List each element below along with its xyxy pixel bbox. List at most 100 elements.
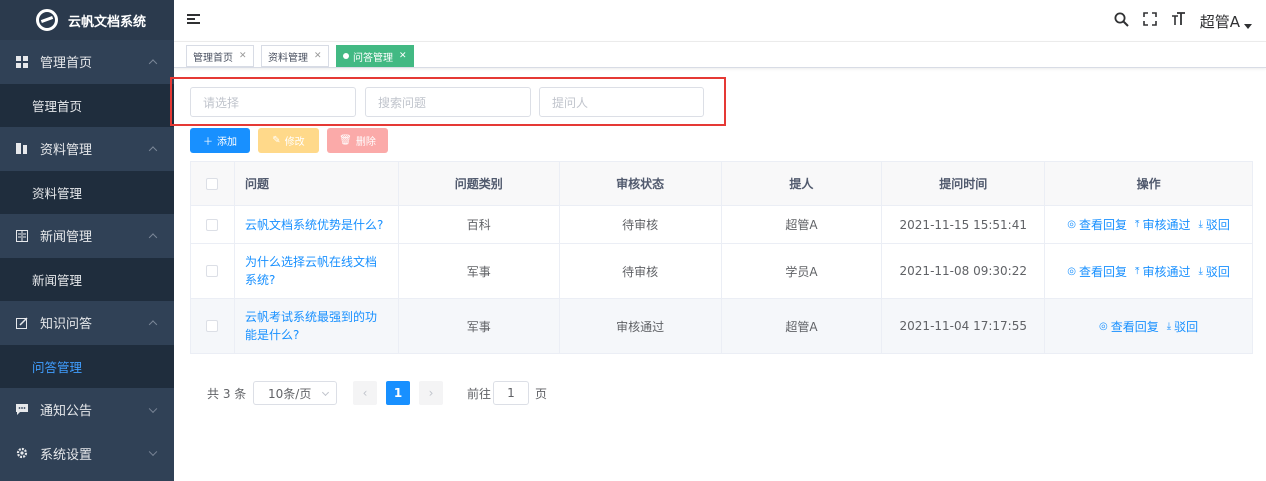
tag-qa-management[interactable]: 问答管理 ✕ <box>336 45 414 67</box>
time-cell: 2021-11-15 15:51:41 <box>882 206 1046 244</box>
menu-materials[interactable]: 资料管理 <box>0 127 174 171</box>
close-icon[interactable]: ✕ <box>239 51 247 61</box>
news-icon <box>16 229 28 242</box>
menu-settings[interactable]: 系统设置 <box>0 432 174 476</box>
question-link[interactable]: 为什么选择云帆在线文档系统? <box>245 253 388 289</box>
view-reply-button[interactable]: ◎ 查看回复 <box>1099 318 1159 335</box>
sidebar-item-news[interactable]: 新闻管理 <box>0 257 174 301</box>
asker-cell: 学员A <box>721 244 883 299</box>
chevron-down-icon <box>321 388 330 397</box>
header-status: 审核状态 <box>559 162 722 206</box>
status-cell: 待审核 <box>559 206 722 244</box>
close-icon[interactable]: ✕ <box>314 51 322 61</box>
table-row: 为什么选择云帆在线文档系统? 军事 待审核 学员A 2021-11-08 09:… <box>191 244 1253 299</box>
sidebar-item-qa-management[interactable]: 问答管理 <box>0 344 174 388</box>
select-all-checkbox[interactable] <box>206 177 219 190</box>
reject-button[interactable]: ⤓ 驳回 <box>1198 263 1229 280</box>
download-icon: ⤓ <box>1198 219 1203 230</box>
question-link[interactable]: 云帆考试系统最强到的功能是什么? <box>245 308 388 344</box>
status-cell: 审核通过 <box>559 299 722 354</box>
header-category: 问题类别 <box>398 162 560 206</box>
eye-icon: ◎ <box>1098 320 1108 332</box>
pencil-icon: ✎ <box>272 135 281 146</box>
chevron-up-icon <box>148 233 158 242</box>
page-size-select[interactable]: 10条/页 <box>253 381 337 405</box>
app-root: 云帆文档系统 管理首页 管理首页 资料管理 资料管理 新闻管理 新闻管理 知识问… <box>0 0 1266 481</box>
add-button[interactable]: ＋ 添加 <box>190 128 250 153</box>
delete-button[interactable]: 🗑 删除 <box>327 128 388 153</box>
actions-cell: ◎ 查看回复 ⤒ 审核通过 ⤓ 驳回 <box>1045 206 1253 244</box>
reject-button[interactable]: ⤓ 驳回 <box>1167 318 1198 335</box>
tag-label: 问答管理 <box>353 52 393 64</box>
category-cell: 军事 <box>398 299 560 354</box>
logo-icon <box>36 9 58 31</box>
sidebar-item-materials[interactable]: 资料管理 <box>0 170 174 214</box>
goto-label: 前往 <box>467 386 492 401</box>
header-actions: 操作 <box>1045 162 1253 206</box>
chevron-down-icon <box>148 447 158 457</box>
top-header: 超管A <box>174 0 1266 42</box>
next-page-button[interactable]: › <box>419 381 443 405</box>
menu-news[interactable]: 新闻管理 <box>0 214 174 258</box>
category-select[interactable]: 请选择 <box>190 87 356 117</box>
sidebar-item-dashboard[interactable]: 管理首页 <box>0 83 174 127</box>
row-checkbox[interactable] <box>206 265 219 277</box>
edit-label: 修改 <box>284 137 305 148</box>
upload-icon: ⤒ <box>1135 219 1140 230</box>
row-checkbox[interactable] <box>206 320 219 332</box>
asker-cell: 超管A <box>721 206 883 244</box>
page-number-button[interactable]: 1 <box>386 381 410 405</box>
menu-notices[interactable]: 通知公告 <box>0 388 174 432</box>
row-checkbox[interactable] <box>206 218 219 231</box>
time-cell: 2021-11-08 09:30:22 <box>882 244 1046 299</box>
chevron-up-icon <box>148 146 158 155</box>
chat-icon <box>16 404 28 416</box>
header-time: 提问时间 <box>882 162 1046 206</box>
page-size-label: 10条/页 <box>268 386 312 401</box>
reject-button[interactable]: ⤓ 驳回 <box>1198 216 1229 233</box>
view-reply-button[interactable]: ◎ 查看回复 <box>1067 216 1127 233</box>
tag-dashboard[interactable]: 管理首页 ✕ <box>186 45 254 67</box>
edit-button[interactable]: ✎ 修改 <box>258 128 319 153</box>
upload-icon: ⤒ <box>1135 265 1140 277</box>
actions-cell: ◎ 查看回复 ⤓ 驳回 <box>1045 299 1253 354</box>
trash-icon: 🗑 <box>339 135 352 146</box>
font-size-icon[interactable] <box>1171 12 1186 30</box>
question-search-input[interactable]: 搜索问题 <box>365 87 531 117</box>
edit-icon <box>16 317 28 329</box>
table-row: 云帆考试系统最强到的功能是什么? 军事 审核通过 超管A 2021-11-04 … <box>191 299 1253 354</box>
menu-label: 知识问答 <box>40 317 93 333</box>
menu-dashboard[interactable]: 管理首页 <box>0 40 174 84</box>
fullscreen-icon[interactable] <box>1142 12 1157 30</box>
asker-input[interactable]: 提问人 <box>539 87 704 117</box>
qa-table: 问题 问题类别 审核状态 提人 提问时间 操作 云帆文档系统优势是什么? 百科 … <box>190 161 1253 354</box>
sidebar: 云帆文档系统 管理首页 管理首页 资料管理 资料管理 新闻管理 新闻管理 知识问… <box>0 0 174 481</box>
caret-down-icon[interactable] <box>1244 23 1252 29</box>
chevron-down-icon <box>148 404 158 413</box>
menu-label: 通知公告 <box>40 404 93 420</box>
tags-view: 管理首页 ✕ 资料管理 ✕ 问答管理 ✕ <box>174 42 1266 68</box>
close-icon[interactable]: ✕ <box>399 51 407 61</box>
time-cell: 2021-11-04 17:17:55 <box>882 299 1046 354</box>
menu-toggle-icon[interactable] <box>187 14 200 26</box>
category-cell: 军事 <box>398 244 560 299</box>
page-suffix-label: 页 <box>535 386 548 401</box>
menu-label: 系统设置 <box>40 447 93 463</box>
table-row: 云帆文档系统优势是什么? 百科 待审核 超管A 2021-11-15 15:51… <box>191 206 1253 244</box>
goto-page-input[interactable]: 1 <box>493 381 529 405</box>
user-name[interactable]: 超管A <box>1200 11 1240 32</box>
question-link[interactable]: 云帆文档系统优势是什么? <box>245 216 383 234</box>
tag-materials[interactable]: 资料管理 ✕ <box>261 45 329 67</box>
approve-button[interactable]: ⤒ 审核通过 <box>1135 263 1190 280</box>
approve-button[interactable]: ⤒ 审核通过 <box>1135 216 1190 233</box>
prev-page-button[interactable]: ‹ <box>353 381 377 405</box>
asker-cell: 超管A <box>721 299 883 354</box>
menu-label: 资料管理 <box>40 143 93 159</box>
view-reply-button[interactable]: ◎ 查看回复 <box>1067 263 1127 280</box>
menu-qa[interactable]: 知识问答 <box>0 301 174 345</box>
chevron-up-icon <box>148 59 158 68</box>
logo[interactable]: 云帆文档系统 <box>0 0 174 40</box>
table-header: 问题 问题类别 审核状态 提人 提问时间 操作 <box>191 162 1253 206</box>
book-icon <box>16 143 28 155</box>
search-icon[interactable] <box>1114 12 1129 31</box>
